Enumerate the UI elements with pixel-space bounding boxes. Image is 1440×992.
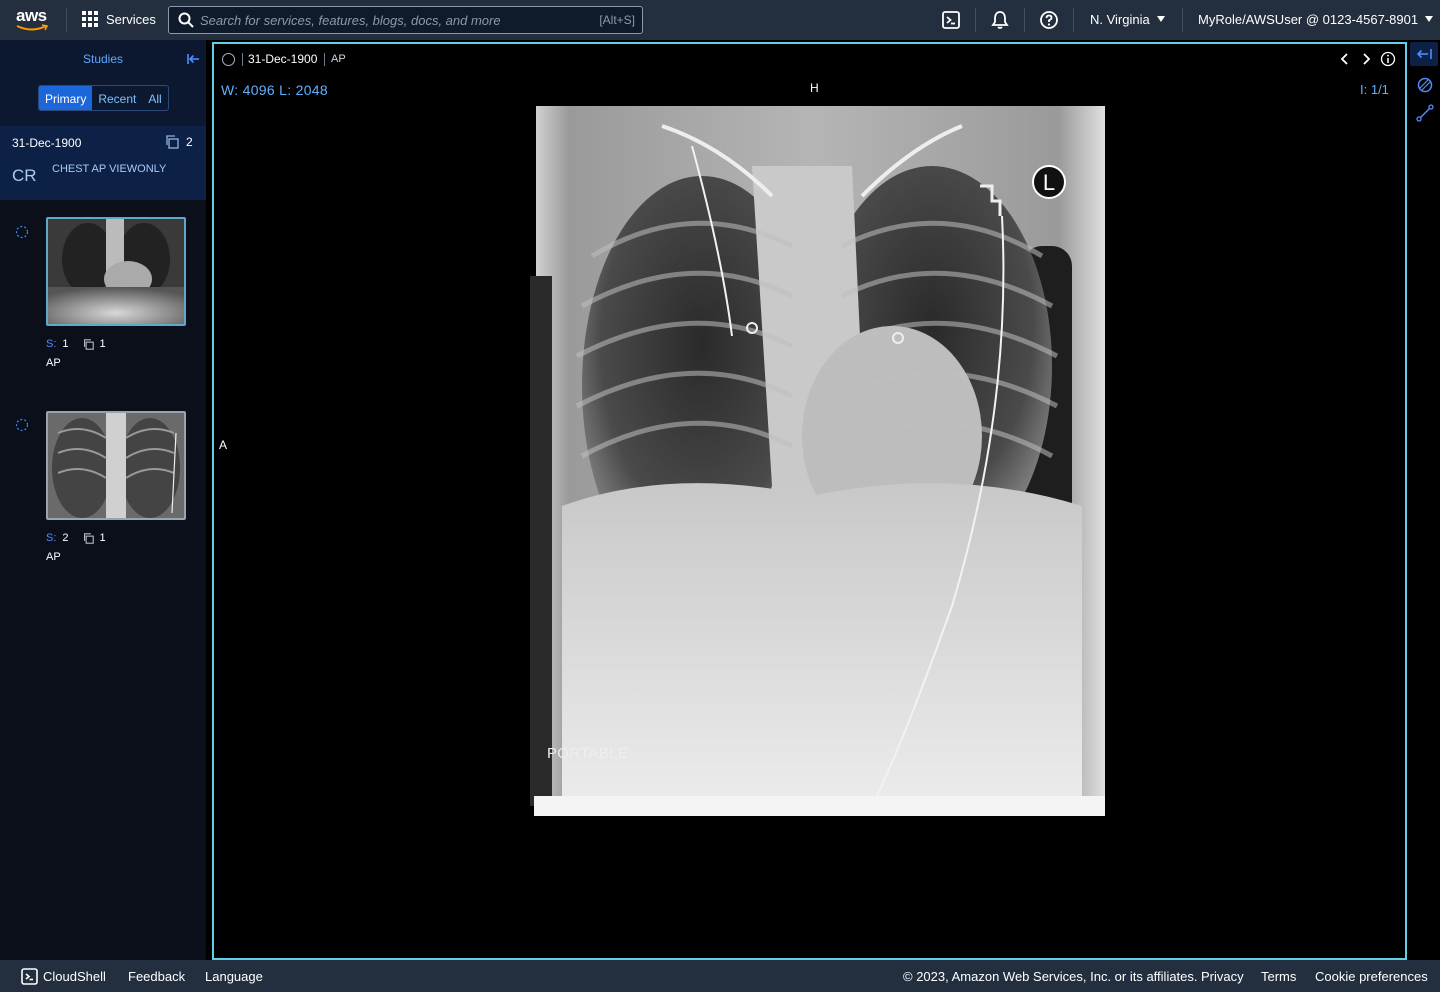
copy-stack-icon <box>83 532 94 544</box>
study-series-count: 2 <box>165 135 193 149</box>
info-icon[interactable] <box>1380 51 1396 67</box>
account-menu[interactable]: MyRole/AWSUser @ 0123-4567-8901 <box>1198 12 1434 27</box>
loading-spinner-icon <box>15 225 29 239</box>
series-name: AP <box>46 357 61 369</box>
footer-language-link[interactable]: Language <box>205 969 263 984</box>
study-card[interactable]: 31-Dec-1900 2 CR CHEST AP VIEWONLY <box>0 126 206 200</box>
studies-panel: Studies Primary Recent All 31-Dec-1900 2… <box>0 40 206 960</box>
footer-copyright: © 2023, Amazon Web Services, Inc. or its… <box>903 969 1198 984</box>
image-viewport[interactable]: 31-Dec-1900 AP W: 4096 L: 2048 H A I: 1/… <box>212 42 1407 960</box>
footer-cookie-preferences-link[interactable]: Cookie preferences <box>1315 969 1428 984</box>
nav-divider <box>1024 8 1025 32</box>
collapse-panel-icon[interactable] <box>186 52 200 66</box>
orientation-marker-left: A <box>219 438 228 452</box>
services-label: Services <box>106 11 156 27</box>
cloudshell-icon[interactable] <box>21 968 38 985</box>
search-icon <box>178 12 194 28</box>
laterality-marker: L <box>1043 170 1055 195</box>
viewport-view-label: AP <box>331 53 346 65</box>
series-item: S: 1 1 AP <box>0 210 206 370</box>
chest-xray-image: L <box>522 106 1105 816</box>
services-menu-button[interactable]: Services <box>82 11 156 27</box>
viewport-select-radio[interactable] <box>222 53 235 66</box>
account-label: MyRole/AWSUser @ 0123-4567-8901 <box>1198 12 1419 27</box>
study-date: 31-Dec-1900 <box>12 136 82 150</box>
previous-image-icon[interactable] <box>1337 51 1353 67</box>
loading-spinner-icon <box>15 418 29 432</box>
apps-grid-icon <box>82 11 98 27</box>
tab-recent[interactable]: Recent <box>92 86 142 110</box>
chest-xray-thumbnail-image <box>48 219 184 324</box>
aws-smile-icon <box>16 24 48 31</box>
series-label: S: <box>46 532 57 544</box>
series-number: 1 <box>62 338 69 350</box>
copy-stack-icon <box>83 338 94 350</box>
window-level-readout: W: 4096 L: 2048 <box>221 82 328 98</box>
chest-xray-thumbnail-image <box>48 413 184 518</box>
series-image-count: 1 <box>99 338 106 350</box>
nav-divider <box>1182 8 1183 32</box>
expand-panel-icon <box>1416 49 1432 59</box>
series-item: S: 2 1 AP <box>0 404 206 564</box>
caret-down-icon <box>1425 16 1434 22</box>
aws-logo-text: aws <box>16 6 47 25</box>
header-divider <box>324 53 325 66</box>
cloudshell-icon[interactable] <box>941 10 961 30</box>
expand-panel-button[interactable] <box>1410 42 1438 66</box>
help-icon[interactable] <box>1039 10 1059 30</box>
caret-down-icon <box>1156 16 1165 22</box>
region-label: N. Virginia <box>1090 12 1150 27</box>
series-meta: S: 2 1 <box>46 532 106 544</box>
footer-feedback-link[interactable]: Feedback <box>128 969 185 984</box>
studies-title: Studies <box>83 52 124 66</box>
search-shortcut-hint: [Alt+S] <box>599 13 635 27</box>
header-divider <box>242 53 243 66</box>
measure-line-icon[interactable] <box>1416 104 1434 122</box>
series-meta: S: 1 1 <box>46 338 106 350</box>
nav-divider <box>66 8 67 32</box>
footer-terms-link[interactable]: Terms <box>1261 969 1296 984</box>
top-navigation: aws Services [Alt+S] N. Virginia <box>0 0 1440 40</box>
search-input[interactable] <box>194 12 600 28</box>
next-image-icon[interactable] <box>1358 51 1374 67</box>
tab-primary[interactable]: Primary <box>39 86 93 110</box>
aws-logo[interactable]: aws <box>16 7 52 33</box>
burned-in-annotation: PORTABLE <box>547 745 629 762</box>
study-count-value: 2 <box>186 135 193 149</box>
annotation-layer-icon[interactable] <box>1416 76 1434 94</box>
footer-privacy-link[interactable]: Privacy <box>1201 969 1244 984</box>
series-thumbnail[interactable] <box>46 411 186 520</box>
study-filter-tabs: Primary Recent All <box>38 85 169 111</box>
tab-all[interactable]: All <box>142 86 167 110</box>
series-thumbnail[interactable] <box>46 217 186 326</box>
series-label: S: <box>46 338 57 350</box>
study-modality: CR <box>12 166 37 185</box>
series-name: AP <box>46 551 61 563</box>
bell-icon[interactable] <box>990 10 1010 30</box>
region-selector[interactable]: N. Virginia <box>1090 12 1165 27</box>
study-description: CHEST AP VIEWONLY <box>52 163 167 175</box>
search-box[interactable]: [Alt+S] <box>168 6 643 34</box>
image-counter: I: 1/1 <box>1360 82 1389 97</box>
right-toolbar <box>1408 40 1440 960</box>
footer-cloudshell-link[interactable]: CloudShell <box>43 969 106 984</box>
console-footer: CloudShell Feedback Language © 2023, Ama… <box>0 960 1440 992</box>
orientation-marker-top: H <box>810 81 819 95</box>
nav-divider <box>975 8 976 32</box>
copy-stack-icon <box>166 135 179 149</box>
viewport-study-date: 31-Dec-1900 <box>248 52 318 66</box>
nav-divider <box>1073 8 1074 32</box>
series-image-count: 1 <box>99 532 106 544</box>
series-number: 2 <box>62 532 69 544</box>
